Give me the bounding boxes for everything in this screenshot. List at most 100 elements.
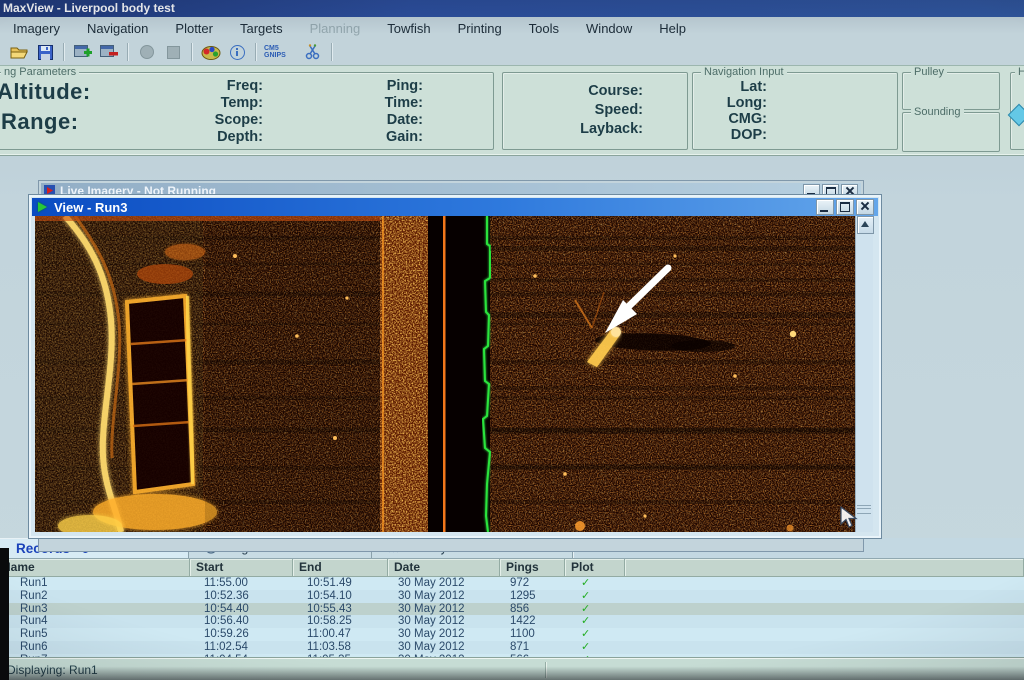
palette-button[interactable]	[198, 42, 224, 63]
remove-record-button[interactable]	[96, 42, 122, 63]
toolbar-separator	[63, 43, 65, 61]
table-row-run2[interactable]: Run210:52.36 10:54.1030 May 2012 1295✓	[0, 590, 1024, 603]
view-content	[35, 216, 873, 532]
toolbar-separator	[255, 43, 257, 61]
navigation-input-group: Navigation Input Lat:Long: CMG:DOP:	[692, 72, 898, 150]
col-name[interactable]: Name	[0, 559, 190, 576]
save-icon	[38, 45, 53, 60]
remove-record-icon	[100, 44, 118, 60]
heading-group-clipped: H	[1010, 72, 1024, 150]
stop-icon	[167, 46, 180, 59]
records-header: Name Start End Date Pings Plot	[0, 559, 1024, 577]
menu-imagery[interactable]: Imagery	[13, 21, 60, 36]
table-row-run6[interactable]: Run611:02.54 11:03.5830 May 2012 871✓	[0, 641, 1024, 654]
pulley-label: Pulley	[911, 66, 947, 79]
info-icon	[230, 45, 245, 60]
status-divider	[545, 662, 547, 678]
toolbar-separator	[331, 43, 333, 61]
app-title: MaxView - Liverpool body test	[3, 1, 175, 15]
menu-towfish[interactable]: Towfish	[387, 21, 430, 36]
status-displaying: Displaying: Run1	[7, 663, 98, 677]
sonar-image[interactable]	[35, 216, 855, 532]
table-row-run3-selected[interactable]: Run310:54.40 10:55.4330 May 2012 856✓	[0, 603, 1024, 616]
view-vertical-scrollbar[interactable]	[855, 216, 873, 532]
view-minimize-button[interactable]	[816, 199, 834, 215]
heading-label-clipped: H	[1015, 66, 1024, 79]
sounding-label: Sounding	[911, 106, 964, 119]
menu-window[interactable]: Window	[586, 21, 632, 36]
menu-bar: Imagery Navigation Plotter Targets Plann…	[0, 17, 1024, 39]
toolbar: CM5 GNIPS	[0, 39, 1024, 66]
col-start[interactable]: Start	[190, 559, 293, 576]
maximize-icon	[840, 202, 850, 212]
menu-printing[interactable]: Printing	[458, 21, 502, 36]
status-bar: Displaying: Run1	[0, 658, 1024, 680]
altitude-label: Altitude:	[0, 79, 91, 105]
table-row-run4[interactable]: Run410:56.40 10:58.2530 May 2012 1422✓	[0, 615, 1024, 628]
course-group: Course:Speed: Layback:	[502, 72, 688, 150]
app-window: MaxView - Liverpool body test Imagery Na…	[0, 0, 1024, 680]
mouse-cursor	[838, 506, 860, 530]
open-button[interactable]	[6, 42, 32, 63]
target-shadow-tail	[671, 340, 735, 352]
plot-check-icon: ✓	[565, 628, 625, 641]
param-col2: Ping:Time: Date:Gain:	[323, 78, 423, 146]
menu-planning: Planning	[310, 21, 361, 36]
view-close-button[interactable]	[856, 199, 874, 215]
stop-button[interactable]	[160, 42, 186, 63]
col-pings[interactable]: Pings	[500, 559, 565, 576]
info-button[interactable]	[224, 42, 250, 63]
records-panel: Records - 9 Targets - 0 Survey Lines - 0…	[0, 538, 1024, 658]
pulley-group: Pulley	[902, 72, 1000, 110]
add-record-icon	[74, 44, 92, 60]
menu-plotter[interactable]: Plotter	[175, 21, 213, 36]
sounding-group: Sounding	[902, 112, 1000, 152]
chirp-button[interactable]: CM5 GNIPS	[262, 42, 300, 63]
palette-icon	[201, 45, 221, 60]
view-run3-window: View - Run3	[28, 194, 882, 539]
menu-help[interactable]: Help	[659, 21, 686, 36]
param-col3: Course:Speed: Layback:	[523, 82, 643, 139]
table-row-run1[interactable]: Run111:55.00 10:51.4930 May 2012 972✓	[0, 577, 1024, 590]
records-rows: Run111:55.00 10:51.4930 May 2012 972✓ Ru…	[0, 577, 1024, 658]
record-button[interactable]	[134, 42, 160, 63]
app-titlebar[interactable]: MaxView - Liverpool body test	[0, 0, 1024, 17]
navigation-input-label: Navigation Input	[701, 66, 787, 79]
col-date[interactable]: Date	[388, 559, 500, 576]
toolbar-separator	[127, 43, 129, 61]
play-icon	[38, 202, 47, 212]
view-run3-titlebar[interactable]: View - Run3	[32, 198, 878, 216]
plot-check-icon: ✓	[565, 590, 625, 603]
plot-check-icon: ✓	[565, 577, 625, 590]
add-record-button[interactable]	[70, 42, 96, 63]
scroll-up-button[interactable]	[857, 216, 874, 234]
menu-targets[interactable]: Targets	[240, 21, 283, 36]
param-col1: Freq:Temp: Scope:Depth:	[163, 78, 263, 146]
range-label: Range:	[1, 109, 79, 135]
port-mid-zone	[205, 216, 380, 532]
heading-diamond-icon	[1008, 104, 1024, 127]
plot-check-icon: ✓	[565, 615, 625, 628]
water-column	[428, 216, 490, 532]
plot-check-icon: ✓	[565, 641, 625, 654]
scissors-icon	[305, 44, 321, 60]
chirp-icon: CM5 GNIPS	[264, 45, 298, 59]
open-folder-icon	[10, 45, 29, 59]
dock-structure	[35, 216, 217, 532]
plot-check-icon: ✓	[565, 603, 625, 616]
ping-parameters-label: ng Parameters	[1, 66, 79, 79]
toolbar-separator	[191, 43, 193, 61]
table-row-run5[interactable]: Run510:59.26 11:00.4730 May 2012 1100✓	[0, 628, 1024, 641]
menu-navigation[interactable]: Navigation	[87, 21, 148, 36]
nav-fields: Lat:Long: CMG:DOP:	[701, 79, 767, 143]
col-plot[interactable]: Plot	[565, 559, 625, 576]
view-maximize-button[interactable]	[836, 199, 854, 215]
center-return-line	[443, 216, 446, 532]
first-return-band	[380, 216, 428, 532]
minimize-icon	[820, 210, 828, 212]
menu-tools[interactable]: Tools	[529, 21, 559, 36]
plot-cut-button[interactable]	[300, 42, 326, 63]
parameters-panel: ng Parameters Altitude: Range: Freq:Temp…	[0, 65, 1024, 156]
col-end[interactable]: End	[293, 559, 388, 576]
save-button[interactable]	[32, 42, 58, 63]
